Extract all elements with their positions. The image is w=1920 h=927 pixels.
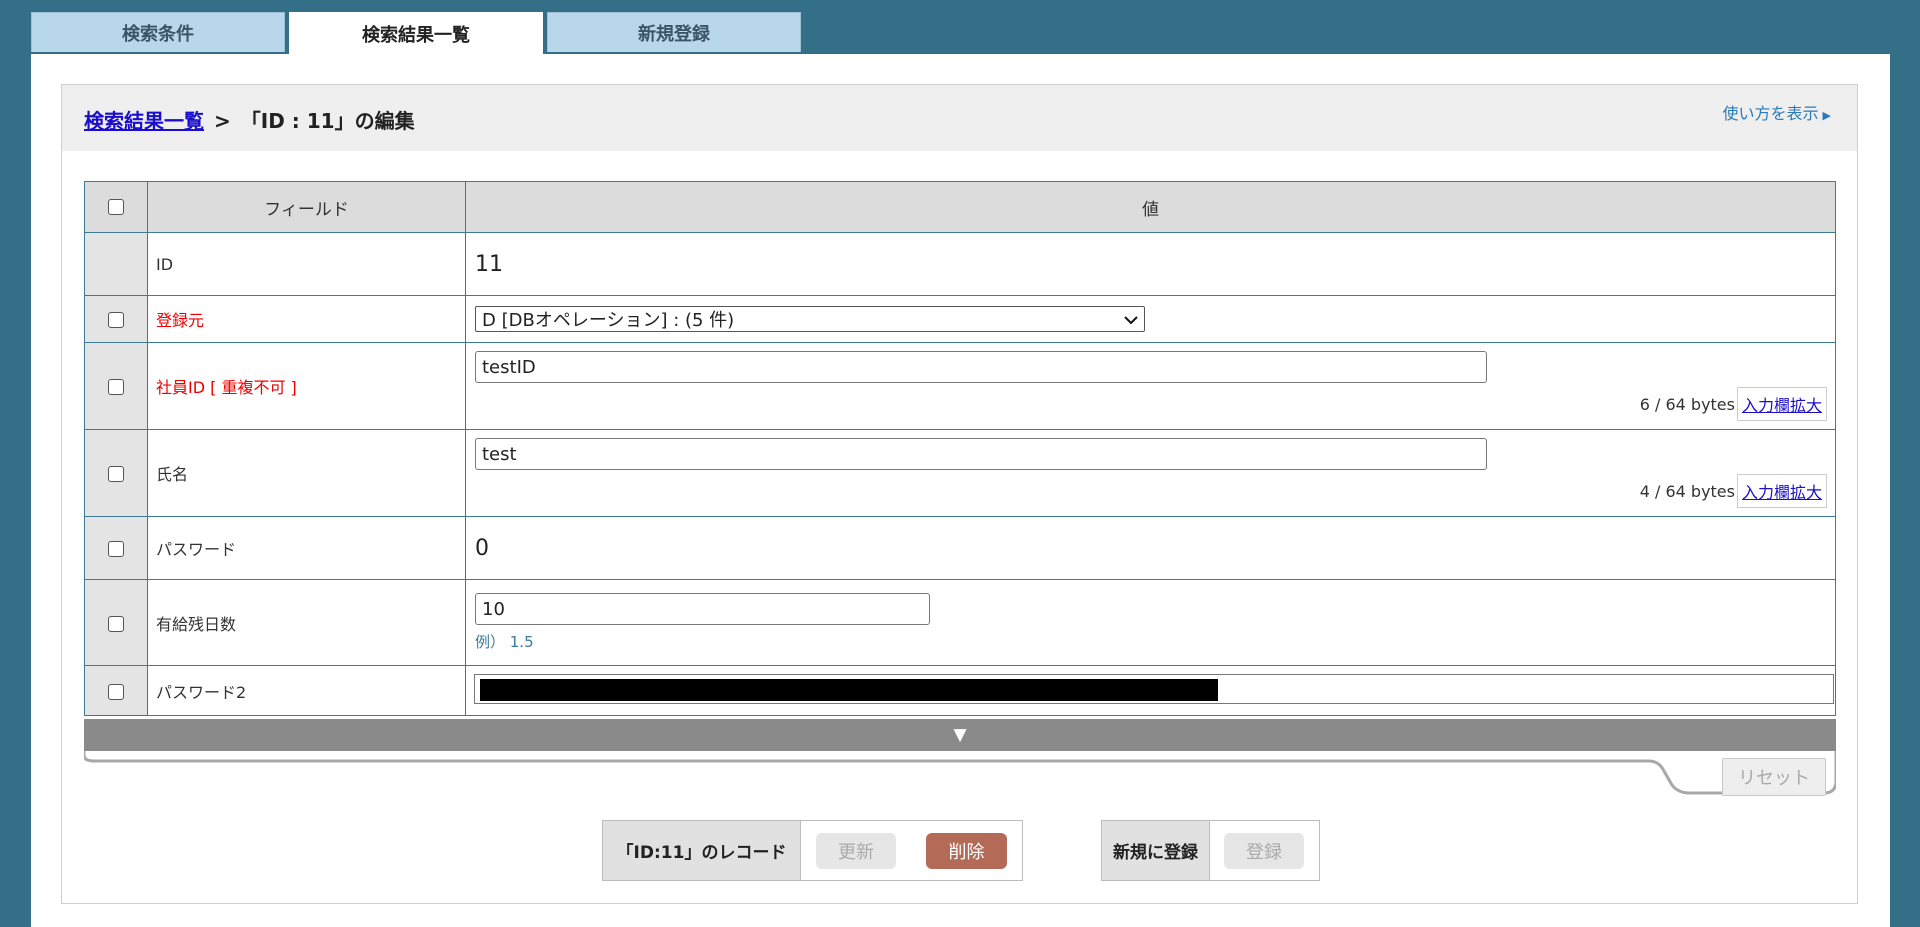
- triangle-right-icon: ▶: [1822, 109, 1831, 122]
- example-hint: 例） 1.5: [475, 633, 534, 651]
- id-value: 11: [475, 251, 503, 277]
- password-value: 0: [475, 535, 489, 561]
- row-checkbox-cell: [84, 342, 148, 430]
- row-checkbox[interactable]: [108, 312, 124, 328]
- new-register-buttons: 登録: [1210, 821, 1304, 880]
- reset-button[interactable]: リセット: [1722, 758, 1826, 796]
- expand-input-link[interactable]: 入力欄拡大: [1736, 387, 1827, 421]
- breadcrumb-results-link[interactable]: 検索結果一覧: [84, 109, 204, 133]
- source-select[interactable]: D [DBオペレーション] : (5 件): [475, 306, 1145, 332]
- header-value: 値: [465, 181, 1836, 233]
- table-row: ID 11: [84, 232, 1836, 296]
- row-checkbox[interactable]: [108, 466, 124, 482]
- table-row: パスワード2: [84, 665, 1836, 716]
- breadcrumb-current: 「ID : 11」の編集: [240, 109, 415, 133]
- row-checkbox-cell: [84, 516, 148, 580]
- new-register-group: 新規に登録 登録: [1101, 820, 1320, 881]
- field-label: ID: [147, 232, 466, 296]
- row-checkbox-cell: [84, 295, 148, 343]
- name-input[interactable]: test: [475, 438, 1487, 470]
- value-cell: 10 例） 1.5: [465, 579, 1836, 666]
- field-label: パスワード2: [147, 665, 466, 716]
- tab-new-registration[interactable]: 新規登録: [547, 12, 801, 52]
- paid-leave-input[interactable]: 10: [475, 593, 930, 625]
- expand-input-link[interactable]: 入力欄拡大: [1736, 474, 1827, 508]
- breadcrumb-bar: 検索結果一覧 > 「ID : 11」の編集 使い方を表示 ▶: [62, 85, 1857, 151]
- breadcrumb: 検索結果一覧 > 「ID : 11」の編集: [84, 105, 415, 134]
- table-row: 登録元 D [DBオペレーション] : (5 件): [84, 295, 1836, 343]
- value-cell: [465, 665, 1836, 716]
- field-label: パスワード: [147, 516, 466, 580]
- table-row: 氏名 test 4 / 64 bytes 入力欄拡大: [84, 429, 1836, 517]
- record-actions-label: 「ID:11」のレコード: [603, 821, 801, 880]
- update-button[interactable]: 更新: [816, 832, 896, 869]
- table-footer-tab: [84, 751, 1836, 795]
- register-button[interactable]: 登録: [1224, 832, 1304, 869]
- byte-count: 4 / 64 bytes: [1639, 481, 1735, 501]
- field-label: 有給残日数: [147, 579, 466, 666]
- byte-counter: 6 / 64 bytes 入力欄拡大: [1640, 387, 1827, 421]
- header-field: フィールド: [147, 181, 466, 233]
- row-checkbox-cell: [84, 429, 148, 517]
- edit-container: 検索結果一覧 > 「ID : 11」の編集 使い方を表示 ▶ フィールド 値 ID 1…: [61, 84, 1858, 904]
- row-checkbox[interactable]: [108, 379, 124, 395]
- value-cell: 0: [465, 516, 1836, 580]
- show-more-toggle[interactable]: ▼: [84, 719, 1836, 751]
- breadcrumb-separator: >: [214, 109, 231, 133]
- field-label: 社員ID [ 重複不可 ]: [147, 342, 466, 430]
- table-row: 有給残日数 10 例） 1.5: [84, 579, 1836, 666]
- password2-input[interactable]: [474, 674, 1834, 704]
- tab-bar: 検索条件 検索結果一覧 新規登録: [31, 12, 801, 54]
- row-checkbox-cell: [84, 579, 148, 666]
- row-checkbox[interactable]: [108, 541, 124, 557]
- record-actions-buttons: 更新 削除: [801, 821, 1007, 880]
- select-all-checkbox[interactable]: [108, 199, 124, 215]
- triangle-down-icon: ▼: [953, 725, 967, 745]
- record-actions-group: 「ID:11」のレコード 更新 削除: [602, 820, 1023, 881]
- row-checkbox[interactable]: [108, 615, 124, 632]
- row-checkbox-cell: [84, 665, 148, 716]
- tab-search-results[interactable]: 検索結果一覧: [289, 12, 543, 54]
- value-cell: test 4 / 64 bytes 入力欄拡大: [465, 429, 1836, 517]
- redacted-block: [480, 679, 1218, 701]
- value-cell: testID 6 / 64 bytes 入力欄拡大: [465, 342, 1836, 430]
- value-cell: D [DBオペレーション] : (5 件): [465, 295, 1836, 343]
- table-row: パスワード 0: [84, 516, 1836, 580]
- field-label: 登録元: [147, 295, 466, 343]
- tab-search-conditions[interactable]: 検索条件: [31, 12, 285, 52]
- delete-button[interactable]: 削除: [926, 832, 1007, 869]
- new-register-label: 新規に登録: [1102, 821, 1210, 880]
- header-select-all-cell: [84, 181, 148, 233]
- employee-id-input[interactable]: testID: [475, 351, 1487, 383]
- record-edit-table: フィールド 値 ID 11 登録元 D [DBオペレーション] : (5 件): [84, 181, 1836, 716]
- row-checkbox-cell: [84, 232, 148, 296]
- table-header-row: フィールド 値: [84, 181, 1836, 233]
- show-help-link[interactable]: 使い方を表示 ▶: [1723, 100, 1831, 124]
- help-label: 使い方を表示: [1722, 104, 1819, 123]
- byte-counter: 4 / 64 bytes 入力欄拡大: [1640, 474, 1827, 508]
- byte-count: 6 / 64 bytes: [1639, 394, 1735, 414]
- value-cell: 11: [465, 232, 1836, 296]
- chevron-down-icon: [1124, 309, 1138, 330]
- row-checkbox[interactable]: [108, 683, 124, 700]
- table-row: 社員ID [ 重複不可 ] testID 6 / 64 bytes 入力欄拡大: [84, 342, 1836, 430]
- source-select-value: D [DBオペレーション] : (5 件): [482, 310, 735, 331]
- field-label: 氏名: [147, 429, 466, 517]
- main-panel: 検索結果一覧 > 「ID : 11」の編集 使い方を表示 ▶ フィールド 値 ID 1…: [31, 54, 1890, 927]
